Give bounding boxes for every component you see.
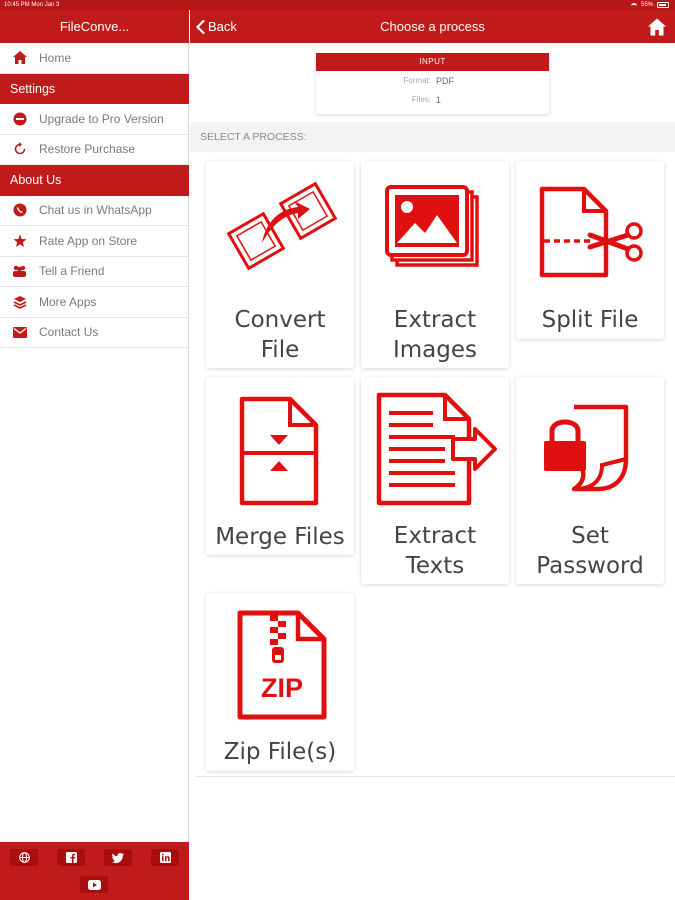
tile-label: Extract	[393, 523, 477, 549]
section-header: SELECT A PROCESS:	[190, 122, 675, 152]
merge-files-icon	[239, 396, 319, 506]
sidebar-item-contact[interactable]: Contact Us	[0, 318, 189, 348]
format-value: PDF	[436, 76, 454, 86]
process-tile-extract-images[interactable]: Extract Images	[361, 161, 509, 368]
tile-label: Convert	[234, 307, 326, 333]
extract-texts-icon	[376, 392, 497, 506]
sidebar-item-label: Home	[39, 50, 72, 65]
home-icon	[0, 51, 39, 65]
navigation-bar: Choose a process Back	[190, 10, 675, 43]
whatsapp-icon	[0, 203, 39, 217]
youtube-icon[interactable]	[80, 876, 108, 893]
sidebar-item-label: Contact Us	[39, 325, 99, 340]
input-card-heading: INPUT	[316, 53, 549, 71]
convert-file-icon	[226, 181, 338, 271]
battery-icon	[657, 2, 669, 8]
sidebar-item-label: Upgrade to Pro Version	[39, 111, 164, 126]
files-value: 1	[436, 95, 442, 105]
tile-label: Texts	[405, 553, 465, 579]
status-bar: 10:45 PM Mon Jan 3 55%	[0, 0, 675, 10]
tile-label: File	[260, 337, 300, 363]
sidebar: FileConve... Home Settings Upgrade to Pr…	[0, 0, 189, 900]
status-time: 10:45 PM Mon Jan 3	[4, 2, 60, 8]
mail-icon	[0, 326, 39, 338]
sidebar-item-home[interactable]: Home	[0, 43, 189, 74]
back-label: Back	[208, 19, 237, 34]
twitter-icon[interactable]	[104, 849, 132, 866]
globe-icon[interactable]	[10, 849, 38, 866]
sidebar-item-label: Tell a Friend	[39, 264, 105, 279]
process-tile-zip-files[interactable]: ZIP Zip File(s)	[206, 593, 354, 771]
sidebar-item-whatsapp[interactable]: Chat us in WhatsApp	[0, 196, 189, 226]
sidebar-item-rate[interactable]: Rate App on Store	[0, 226, 189, 257]
layers-icon	[0, 295, 39, 309]
home-icon	[648, 18, 666, 36]
status-indicators: 55%	[630, 0, 669, 10]
process-tile-extract-texts[interactable]: Extract Texts	[361, 377, 509, 584]
home-button[interactable]	[647, 17, 667, 37]
process-tile-set-password[interactable]: Set Password	[516, 377, 664, 584]
set-password-icon	[544, 404, 629, 492]
sidebar-section-about: About Us	[0, 165, 189, 196]
upgrade-icon	[0, 112, 39, 126]
zip-icon-text: ZIP	[261, 673, 303, 703]
sidebar-menu: Home Settings Upgrade to Pro Version Res…	[0, 43, 189, 348]
files-label: Files:	[411, 95, 431, 104]
content-divider	[196, 776, 675, 777]
tile-label: Extract	[393, 307, 477, 333]
sidebar-item-tell-friend[interactable]: Tell a Friend	[0, 257, 189, 287]
tile-label: Password	[536, 553, 644, 579]
sidebar-item-label: More Apps	[39, 294, 97, 309]
process-tile-merge-files[interactable]: Merge Files	[206, 377, 354, 555]
extract-images-icon	[385, 185, 479, 267]
tile-label: Split File	[541, 307, 639, 333]
process-tile-convert-file[interactable]: Convert File	[206, 161, 354, 368]
process-tile-split-file[interactable]: Split File	[516, 161, 664, 339]
sidebar-item-more-apps[interactable]: More Apps	[0, 287, 189, 318]
tile-label: Set	[571, 523, 609, 549]
restore-icon	[0, 142, 39, 156]
back-button[interactable]: Back	[196, 10, 237, 43]
facebook-icon[interactable]	[57, 849, 85, 866]
sidebar-item-restore[interactable]: Restore Purchase	[0, 135, 189, 165]
split-file-icon	[539, 186, 643, 278]
battery-percent: 55%	[640, 2, 653, 8]
zip-file-icon: ZIP	[237, 610, 327, 720]
sidebar-section-settings: Settings	[0, 73, 189, 104]
format-label: Format:	[403, 76, 431, 85]
tile-label: Zip File(s)	[223, 739, 337, 765]
input-summary-card: INPUT Format: PDF Files: 1	[316, 53, 549, 114]
linkedin-icon[interactable]	[151, 849, 179, 866]
sidebar-item-label: Restore Purchase	[39, 142, 136, 157]
tile-label: Merge Files	[215, 524, 345, 550]
sidebar-item-label: Chat us in WhatsApp	[39, 203, 152, 218]
page-title: Choose a process	[380, 19, 485, 34]
people-icon	[0, 265, 39, 278]
social-links-bar	[0, 842, 189, 900]
wifi-icon	[630, 2, 637, 8]
star-icon	[0, 234, 39, 248]
sidebar-item-label: Rate App on Store	[39, 233, 138, 248]
chevron-left-icon	[196, 19, 205, 34]
sidebar-item-upgrade[interactable]: Upgrade to Pro Version	[0, 104, 189, 135]
tile-label: Images	[392, 337, 477, 363]
sidebar-title: FileConve...	[0, 10, 189, 43]
